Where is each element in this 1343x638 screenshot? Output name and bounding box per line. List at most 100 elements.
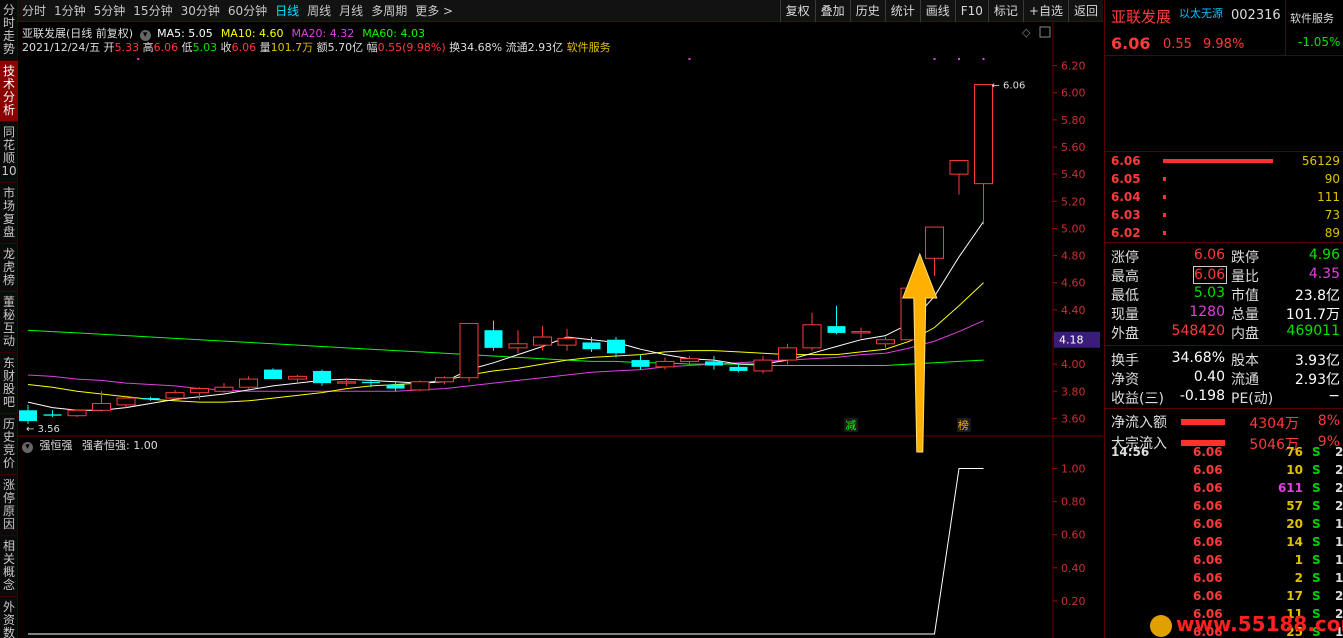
period-tab-7[interactable]: 周线 — [303, 2, 335, 19]
candle-body[interactable] — [705, 361, 723, 366]
orderbook-row[interactable]: 6.03 73 — [1105, 206, 1343, 224]
period-tab-2[interactable]: 5分钟 — [90, 2, 130, 19]
orderbook-row[interactable]: 6.05 90 — [1105, 170, 1343, 188]
orderbook-row[interactable]: 6.04 111 — [1105, 188, 1343, 206]
left-tab-0[interactable]: 分时走势 — [0, 0, 18, 61]
orderbook-row[interactable]: 6.02 89 — [1105, 224, 1343, 242]
candle-body[interactable] — [680, 358, 699, 362]
candle-body[interactable] — [631, 360, 650, 367]
left-tab-2[interactable]: 同花顺10 — [0, 122, 18, 183]
diamond-icon[interactable]: ◇ — [1022, 26, 1031, 39]
candle-body[interactable] — [386, 384, 405, 389]
industry-box[interactable]: 软件服务 -1.05% — [1285, 0, 1343, 56]
stock-concept-tag[interactable]: 以太无源 — [1179, 5, 1223, 21]
candle-body[interactable] — [313, 370, 331, 384]
period-tab-10[interactable]: 更多 > — [411, 2, 457, 19]
tick-row[interactable]: 6.06 20 S 1 — [1105, 515, 1343, 533]
toolbar-button-2[interactable]: 历史 — [849, 0, 885, 22]
candle-body[interactable] — [67, 409, 87, 417]
toolbar-button-3[interactable]: 统计 — [884, 0, 920, 22]
period-tab-4[interactable]: 30分钟 — [177, 2, 224, 19]
candle-body[interactable] — [778, 347, 797, 361]
candle-body[interactable] — [362, 381, 380, 384]
candle-body[interactable] — [19, 410, 37, 422]
candle-body[interactable] — [827, 326, 846, 333]
left-tab-bar: 分时走势 技术分析 同花顺10 市场复盘 龙虎榜 董秘互动 东财股吧 历史竞价 涨停原因 相关概念… — [0, 0, 18, 638]
candle-body[interactable] — [974, 84, 993, 185]
left-tab-10[interactable]: 外资数据 — [0, 597, 18, 638]
candle-body[interactable] — [925, 226, 944, 259]
candle-body[interactable] — [214, 386, 234, 392]
left-tab-8[interactable]: 涨停原因 — [0, 475, 18, 536]
period-tab-5[interactable]: 60分钟 — [224, 2, 271, 19]
tick-row[interactable]: 6.06 10 S 2 — [1105, 461, 1343, 479]
candle-body[interactable] — [533, 336, 552, 346]
candle-body[interactable] — [557, 337, 577, 346]
toolbar-button-7[interactable]: +自选 — [1022, 0, 1068, 22]
candle-body[interactable] — [288, 375, 307, 380]
toolbar-button-5[interactable]: F10 — [954, 0, 988, 22]
tick-row[interactable]: 14:56 6.06 76 S 2 — [1105, 443, 1343, 461]
toolbar-button-1[interactable]: 叠加 — [814, 0, 850, 22]
candle-body[interactable] — [949, 160, 969, 175]
candle-body[interactable] — [876, 339, 895, 345]
industry-change: -1.05% — [1298, 35, 1341, 49]
maximize-icon[interactable] — [1039, 26, 1051, 38]
candle-body[interactable] — [753, 359, 773, 372]
candle-body[interactable] — [92, 403, 111, 411]
candle-body[interactable] — [851, 331, 871, 334]
candle-body[interactable] — [116, 397, 136, 406]
candle-body[interactable] — [410, 381, 430, 391]
left-tab-4[interactable]: 龙虎榜 — [0, 244, 18, 292]
event-marker[interactable]: 榜 — [958, 418, 969, 432]
candle-body[interactable] — [607, 339, 625, 354]
event-marker[interactable]: 减 — [845, 419, 856, 432]
candle-body[interactable] — [802, 324, 822, 349]
candle-body[interactable] — [190, 388, 209, 394]
period-tab-3[interactable]: 15分钟 — [129, 2, 176, 19]
candle-body[interactable] — [459, 322, 479, 379]
tick-row[interactable]: 6.06 2 S 1 — [1105, 569, 1343, 587]
left-tab-6[interactable]: 东财股吧 — [0, 353, 18, 414]
left-tab-7[interactable]: 历史竞价 — [0, 414, 18, 475]
candle-body[interactable] — [508, 343, 528, 349]
period-tab-6[interactable]: 日线 — [271, 2, 303, 19]
indicator-name[interactable]: 强恒强 — [40, 439, 73, 452]
period-tab-8[interactable]: 月线 — [335, 2, 367, 19]
candle-body[interactable] — [655, 360, 675, 368]
toolbar-button-8[interactable]: 返回 — [1067, 0, 1103, 22]
tick-count: 1 — [1335, 517, 1343, 531]
candle-body[interactable] — [729, 366, 748, 371]
candle-body[interactable] — [165, 392, 185, 399]
industry-name[interactable]: 软件服务 — [1290, 10, 1334, 26]
period-tab-1[interactable]: 1分钟 — [50, 2, 90, 19]
candle-body[interactable] — [141, 398, 160, 400]
chart-area[interactable]: 6.20 6.00 5.80 5.60 5.40 5.20 5.00 4.80 4.60 4.40… — [18, 22, 1103, 638]
candle-body[interactable] — [239, 378, 258, 388]
candle-body[interactable] — [435, 377, 454, 383]
main-ytick-label: 5.00 — [1061, 222, 1086, 235]
left-tab-1[interactable]: 技术分析 — [0, 61, 18, 122]
left-tab-9[interactable]: 相关概念 — [0, 536, 18, 597]
toolbar-button-0[interactable]: 复权 — [779, 0, 815, 22]
tick-row[interactable]: 6.06 14 S 1 — [1105, 533, 1343, 551]
candle-body[interactable] — [43, 414, 62, 416]
candle-body[interactable] — [337, 381, 356, 384]
toolbar-button-6[interactable]: 标记 — [987, 0, 1023, 22]
tick-row[interactable]: 6.06 57 S 2 — [1105, 497, 1343, 515]
tick-row[interactable]: 6.06 611 S 2 — [1105, 479, 1343, 497]
candle-body[interactable] — [264, 369, 282, 380]
candle-body[interactable] — [582, 342, 601, 350]
candle-body[interactable] — [484, 330, 503, 348]
period-tab-0[interactable]: 分时 — [18, 2, 50, 19]
period-tab-9[interactable]: 多周期 — [367, 2, 411, 19]
left-tab-5[interactable]: 董秘互动 — [0, 292, 18, 353]
tick-list[interactable]: 14:56 6.06 76 S 2 6.06 10 S 2 6.06 611 S 2 6.06 57 S 2 6.… — [1105, 443, 1343, 638]
kline-chart[interactable]: 6.20 6.00 5.80 5.60 5.40 5.20 5.00 4.80 4.60 4.40… — [18, 22, 1103, 638]
toolbar-button-4[interactable]: 画线 — [919, 0, 955, 22]
tick-row[interactable]: 6.06 17 S 2 — [1105, 587, 1343, 605]
indicator-toggle-icon[interactable]: ▾ — [22, 442, 33, 453]
left-tab-3[interactable]: 市场复盘 — [0, 183, 18, 244]
orderbook-row[interactable]: 6.06 56129 — [1105, 152, 1343, 170]
tick-row[interactable]: 6.06 1 S 1 — [1105, 551, 1343, 569]
